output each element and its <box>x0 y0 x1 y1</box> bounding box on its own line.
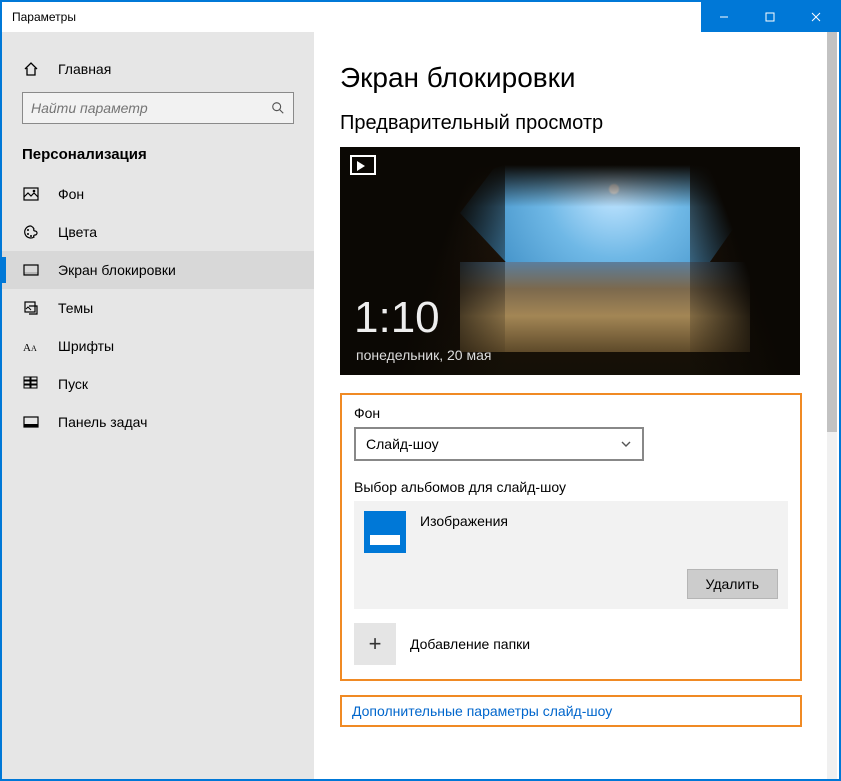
sidebar-item-colors[interactable]: Цвета <box>2 213 314 251</box>
background-label: Фон <box>354 405 788 421</box>
sidebar-item-background[interactable]: Фон <box>2 175 314 213</box>
chevron-down-icon <box>620 438 632 450</box>
sidebar-item-label: Панель задач <box>58 414 147 430</box>
search-input-wrap[interactable] <box>22 92 294 124</box>
fonts-icon: AA <box>22 337 40 355</box>
scrollbar-thumb[interactable] <box>827 32 837 432</box>
advanced-slideshow-link[interactable]: Дополнительные параметры слайд-шоу <box>352 703 612 719</box>
background-dropdown[interactable]: Слайд-шоу <box>354 427 644 461</box>
sidebar-item-label: Шрифты <box>58 338 114 354</box>
lockscreen-icon <box>22 261 40 279</box>
slideshow-indicator-icon <box>350 155 376 175</box>
sidebar-home[interactable]: Главная <box>2 50 314 88</box>
svg-text:A: A <box>23 342 31 353</box>
preview-heading: Предварительный просмотр <box>340 112 813 135</box>
preview-date: понедельник, 20 мая <box>356 347 491 363</box>
content-scrollbar[interactable] <box>827 32 837 779</box>
add-folder-row[interactable]: + Добавление папки <box>354 623 788 665</box>
sidebar-item-start[interactable]: Пуск <box>2 365 314 403</box>
sidebar-item-themes[interactable]: Темы <box>2 289 314 327</box>
album-item[interactable]: Изображения Удалить <box>354 501 788 609</box>
page-title: Экран блокировки <box>340 62 813 94</box>
sidebar-item-label: Темы <box>58 300 93 316</box>
advanced-slideshow-link-box: Дополнительные параметры слайд-шоу <box>340 695 802 727</box>
window-minimize-button[interactable] <box>701 2 747 32</box>
start-icon <box>22 375 40 393</box>
preview-clock: 1:10 <box>354 293 440 343</box>
palette-icon <box>22 223 40 241</box>
sidebar-home-label: Главная <box>58 61 111 77</box>
svg-text:A: A <box>31 344 37 353</box>
add-folder-label: Добавление папки <box>410 636 530 652</box>
search-input[interactable] <box>31 100 271 116</box>
titlebar: Параметры <box>2 2 839 32</box>
picture-icon <box>22 185 40 203</box>
search-icon <box>271 101 285 115</box>
sidebar: Главная Персонализация Фон Цвета <box>2 32 314 779</box>
delete-album-button[interactable]: Удалить <box>687 569 778 599</box>
lockscreen-preview: 1:10 понедельник, 20 мая <box>340 147 800 375</box>
sidebar-item-lockscreen[interactable]: Экран блокировки <box>2 251 314 289</box>
sidebar-item-taskbar[interactable]: Панель задач <box>2 403 314 441</box>
home-icon <box>22 60 40 78</box>
plus-icon: + <box>354 623 396 665</box>
sidebar-item-fonts[interactable]: AA Шрифты <box>2 327 314 365</box>
sidebar-item-label: Фон <box>58 186 84 202</box>
themes-icon <box>22 299 40 317</box>
sidebar-item-label: Экран блокировки <box>58 262 176 278</box>
background-dropdown-value: Слайд-шоу <box>366 436 439 452</box>
sidebar-item-label: Цвета <box>58 224 97 240</box>
albums-label: Выбор альбомов для слайд-шоу <box>354 479 788 495</box>
background-settings-group: Фон Слайд-шоу Выбор альбомов для слайд-ш… <box>340 393 802 681</box>
taskbar-icon <box>22 413 40 431</box>
pictures-folder-icon <box>364 511 406 553</box>
window-title: Параметры <box>2 10 76 24</box>
album-name: Изображения <box>420 513 508 529</box>
sidebar-item-label: Пуск <box>58 376 88 392</box>
sidebar-section-header: Персонализация <box>2 138 314 175</box>
window-maximize-button[interactable] <box>747 2 793 32</box>
content-pane: Экран блокировки Предварительный просмот… <box>314 32 839 779</box>
window-close-button[interactable] <box>793 2 839 32</box>
